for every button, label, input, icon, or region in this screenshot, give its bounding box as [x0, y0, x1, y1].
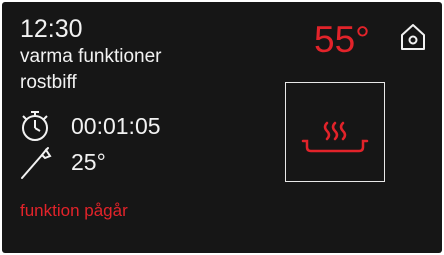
function-status: funktion pågår: [20, 201, 128, 220]
steam-pot-icon: [301, 121, 369, 153]
meat-probe-icon: [19, 145, 55, 186]
clock-time: 12:30: [20, 15, 83, 43]
program-name: rostbiff: [20, 72, 77, 93]
oven-display: 12:30 varma funktioner rostbiff 00:01:05…: [2, 2, 442, 253]
function-button[interactable]: [285, 82, 385, 182]
timer-value: 00:01:05: [71, 113, 161, 139]
program-category: varma funktioner: [20, 46, 162, 67]
stopwatch-icon: [18, 109, 52, 148]
probe-temperature: 25°: [71, 149, 106, 175]
home-icon[interactable]: [400, 23, 426, 56]
oven-temperature[interactable]: 55°: [314, 20, 370, 60]
